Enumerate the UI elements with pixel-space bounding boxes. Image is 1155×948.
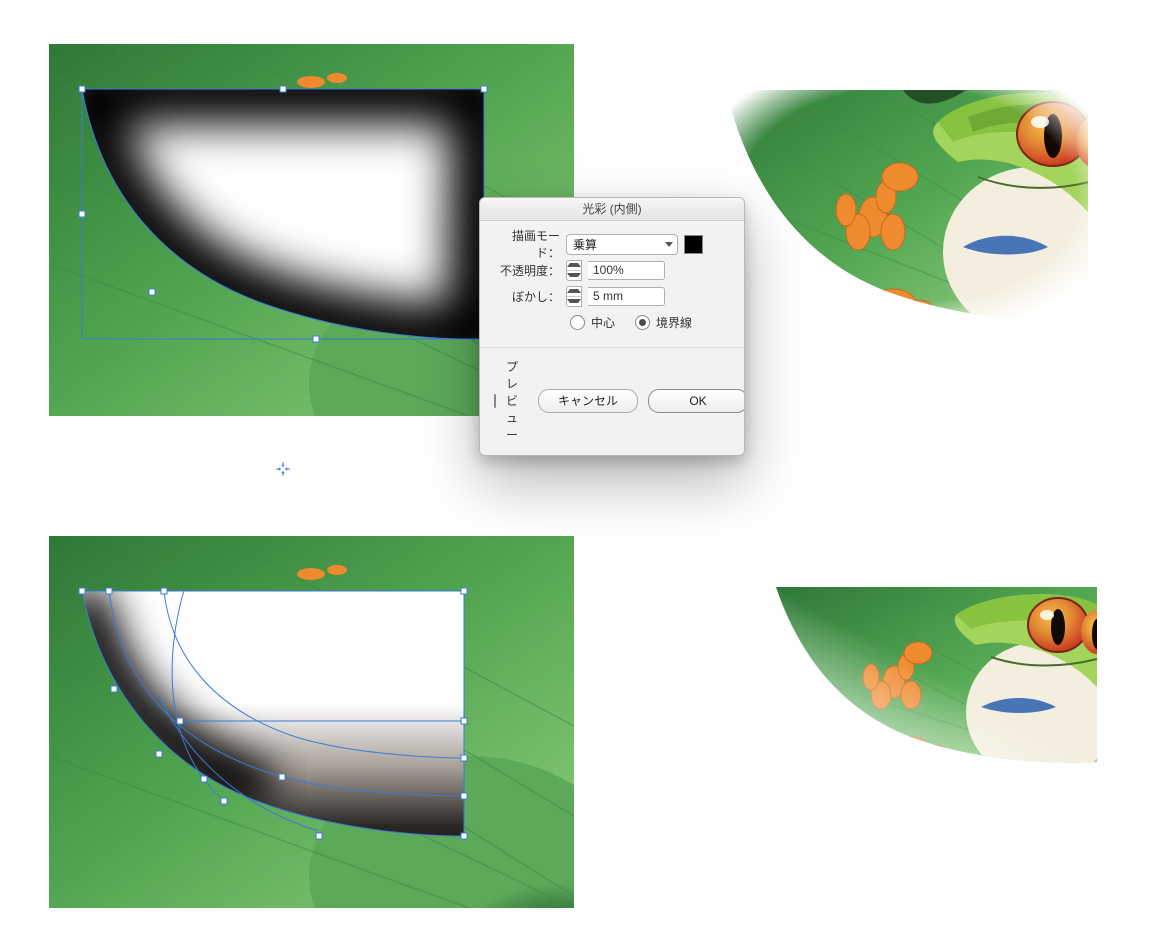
preview-label: プレビュー bbox=[506, 358, 518, 443]
canvas-bottom-left bbox=[49, 536, 574, 908]
opacity-label: 不透明度： bbox=[494, 262, 560, 279]
frog-result-bottom bbox=[776, 587, 1097, 772]
blend-mode-value: 乗算 bbox=[573, 236, 597, 253]
radio-edge[interactable] bbox=[635, 315, 650, 330]
blur-input[interactable]: 5 mm bbox=[588, 287, 665, 306]
chevron-down-icon bbox=[665, 242, 673, 247]
frog-result-top bbox=[718, 82, 1096, 340]
blend-mode-label: 描画モード： bbox=[494, 227, 560, 261]
glow-color-swatch[interactable] bbox=[684, 235, 703, 254]
radio-edge-label: 境界線 bbox=[656, 314, 692, 331]
cancel-button[interactable]: キャンセル bbox=[538, 389, 638, 413]
align-center-icon bbox=[276, 462, 290, 476]
opacity-stepper[interactable] bbox=[566, 260, 582, 281]
inner-glow-dialog: 光彩 (内側) 描画モード： 乗算 不透明度： 100% ぼかし： bbox=[479, 197, 745, 456]
dialog-title: 光彩 (内側) bbox=[480, 198, 744, 221]
blur-label: ぼかし： bbox=[494, 288, 560, 305]
ok-button[interactable]: OK bbox=[648, 389, 745, 413]
radio-center-label: 中心 bbox=[591, 314, 615, 331]
blend-mode-select[interactable]: 乗算 bbox=[566, 234, 678, 255]
radio-center[interactable] bbox=[570, 315, 585, 330]
blur-stepper[interactable] bbox=[566, 286, 582, 307]
opacity-input[interactable]: 100% bbox=[588, 261, 665, 280]
preview-checkbox[interactable] bbox=[494, 394, 496, 408]
